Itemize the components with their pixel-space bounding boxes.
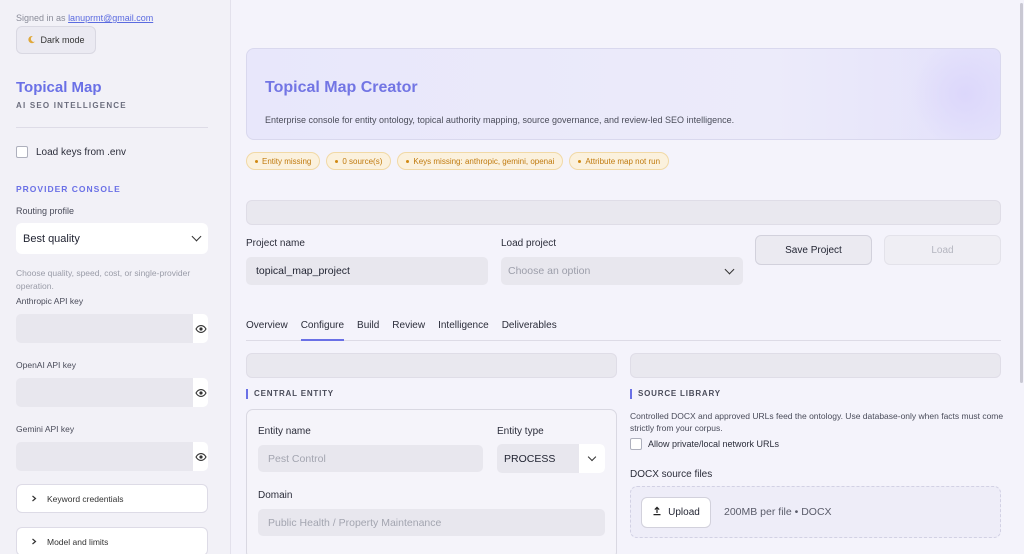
private-urls-checkbox-row[interactable]: Allow private/local network URLs [630, 438, 779, 450]
domain-input[interactable]: Public Health / Property Maintenance [258, 509, 605, 536]
tab-configure[interactable]: Configure [300, 311, 345, 341]
anthropic-key-field [16, 314, 208, 343]
main-tabs: Overview Configure Build Review Intellig… [246, 311, 1001, 341]
load-keys-checkbox[interactable] [16, 146, 28, 158]
tab-intelligence[interactable]: Intelligence [438, 311, 489, 341]
save-project-button[interactable]: Save Project [755, 235, 872, 265]
openai-key-input[interactable] [16, 378, 193, 407]
chevron-down-mark [587, 452, 597, 461]
chevron-right-icon [31, 537, 37, 547]
upload-limit-note: 200MB per file • DOCX [724, 506, 832, 518]
tab-build[interactable]: Build [357, 311, 379, 341]
status-dot [578, 159, 582, 163]
routing-profile-label: Routing profile [16, 206, 75, 216]
routing-profile-value: Best quality [23, 232, 80, 245]
keyword-credentials-expander[interactable]: Keyword credentials [16, 484, 208, 513]
docx-dropzone[interactable]: Upload 200MB per file • DOCX [630, 486, 1001, 538]
private-urls-label: Allow private/local network URLs [648, 439, 780, 449]
entity-type-value: PROCESS [504, 452, 556, 465]
hero-banner: Topical Map Creator Enterprise console f… [246, 48, 1001, 140]
chevron-down-icon [191, 231, 202, 242]
dark-mode-label: Dark mode [40, 35, 85, 45]
tab-review[interactable]: Review [392, 311, 425, 341]
dark-mode-button[interactable]: Dark mode [16, 26, 96, 54]
sidebar: Signed in as lanuprmt@gmail.com Dark mod… [0, 0, 231, 554]
keyword-credentials-label: Keyword credentials [47, 493, 124, 504]
anthropic-key-input[interactable] [16, 314, 193, 343]
brand-title: Topical Map [16, 79, 102, 96]
entity-type-label: Entity type [497, 426, 544, 437]
signed-in-prefix: Signed in as [16, 13, 66, 23]
load-project-placeholder: Choose an option [508, 265, 591, 277]
routing-help-text: Choose quality, speed, cost, or single-p… [16, 268, 191, 291]
configure-status-bar-left [246, 353, 617, 378]
entity-name-input[interactable]: Pest Control [258, 445, 483, 472]
signed-in-text: Signed in as lanuprmt@gmail.com [16, 13, 153, 23]
central-entity-card: Entity name Pest Control Entity type PRO… [246, 409, 617, 554]
anthropic-key-label: Anthropic API key [16, 296, 84, 306]
load-project-label: Load project [501, 238, 557, 249]
hero-description: Enterprise console for entity ontology, … [265, 115, 735, 125]
moon-icon [27, 35, 36, 46]
model-limits-expander[interactable]: Model and limits [16, 527, 208, 554]
gemini-key-input[interactable] [16, 442, 193, 471]
tab-overview[interactable]: Overview [246, 311, 288, 341]
entity-name-label: Entity name [258, 426, 311, 437]
configure-status-bar-right [630, 353, 1001, 378]
model-limits-label: Model and limits [47, 536, 109, 547]
load-button[interactable]: Load [884, 235, 1001, 265]
tab-deliverables[interactable]: Deliverables [502, 311, 557, 341]
status-dot [255, 159, 258, 163]
eye-icon[interactable] [193, 442, 208, 471]
entity-type-select[interactable]: PROCESS [497, 444, 605, 473]
upload-button-label: Upload [668, 507, 700, 518]
status-badge-label: 0 source(s) [342, 156, 383, 166]
main-content: Topical Map Creator Enterprise console f… [231, 0, 1024, 554]
central-entity-title: CENTRAL ENTITY [246, 389, 334, 399]
source-library-title: SOURCE LIBRARY [630, 389, 721, 399]
eye-icon[interactable] [193, 314, 208, 343]
status-badge: Entity missing [246, 152, 321, 170]
status-dot [335, 159, 339, 163]
status-badge-label: Entity missing [262, 156, 312, 166]
upload-icon [652, 506, 662, 519]
project-name-input[interactable]: topical_map_project [246, 257, 488, 285]
upload-button[interactable]: Upload [641, 497, 711, 528]
eye-icon[interactable] [193, 378, 208, 407]
sidebar-divider [16, 127, 208, 128]
project-status-bar [246, 200, 1001, 225]
status-badge-label: Attribute map not run [585, 156, 661, 166]
openai-key-label: OpenAI API key [16, 360, 77, 370]
chevron-down-icon [724, 264, 735, 274]
status-chips: Entity missing 0 source(s) Keys missing:… [246, 152, 670, 170]
gemini-key-field [16, 442, 208, 471]
load-keys-checkbox-row[interactable]: Load keys from .env [16, 146, 126, 158]
project-name-label: Project name [246, 238, 305, 249]
status-badge-label: Keys missing: anthropic, gemini, openai [413, 156, 555, 166]
docx-files-label: DOCX source files [630, 469, 713, 480]
status-badge: 0 source(s) [326, 152, 392, 170]
chevron-right-icon [31, 494, 37, 504]
page-title: Topical Map Creator [265, 79, 418, 96]
hero-glow [910, 49, 1000, 139]
scrollbar-thumb[interactable] [1020, 3, 1023, 383]
provider-console-title: PROVIDER CONSOLE [16, 184, 121, 194]
signed-in-email-link[interactable]: lanuprmt@gmail.com [68, 13, 153, 23]
status-badge: Attribute map not run [569, 152, 670, 170]
gemini-key-label: Gemini API key [16, 424, 75, 434]
openai-key-field [16, 378, 208, 407]
private-urls-checkbox[interactable] [630, 438, 642, 450]
domain-label: Domain [258, 490, 293, 501]
routing-profile-select[interactable]: Best quality [16, 223, 208, 254]
brand-subtitle: AI SEO INTELLIGENCE [16, 101, 127, 110]
source-library-description: Controlled DOCX and approved URLs feed t… [630, 411, 1004, 433]
chevron-down-icon [579, 444, 605, 473]
status-badge: Keys missing: anthropic, gemini, openai [397, 152, 564, 170]
load-project-select[interactable]: Choose an option [501, 257, 743, 285]
status-dot [406, 159, 410, 163]
load-keys-label: Load keys from .env [36, 146, 127, 158]
